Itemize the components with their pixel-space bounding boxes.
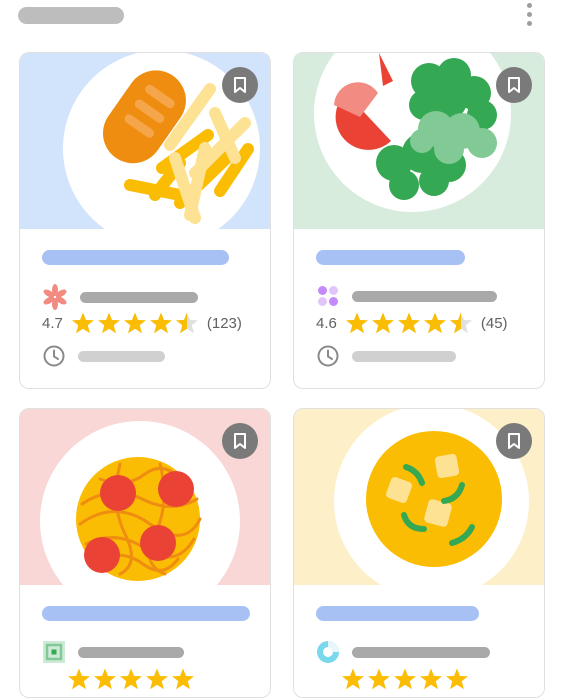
time-row	[316, 344, 456, 368]
bookmark-icon	[508, 77, 520, 93]
source-row	[316, 640, 490, 664]
rating-row	[316, 667, 469, 691]
recipe-title-placeholder	[316, 606, 479, 621]
bookmark-button[interactable]	[496, 423, 532, 459]
star-icon	[393, 668, 416, 690]
recipe-card-4[interactable]	[293, 408, 545, 698]
bookmark-icon	[234, 77, 246, 93]
half-star-icon	[449, 312, 472, 334]
star-icon	[371, 312, 394, 334]
recipe-card-2[interactable]: 4.6 (45)	[293, 52, 545, 389]
star-icon	[67, 668, 90, 690]
star-icon	[341, 668, 364, 690]
source-name-placeholder	[352, 646, 490, 658]
recipe-card-3[interactable]	[19, 408, 271, 698]
source-name-placeholder	[78, 646, 184, 658]
rating-row: 4.6 (45)	[316, 311, 508, 335]
bookmark-button[interactable]	[222, 67, 258, 103]
rating-row	[42, 667, 195, 691]
star-icon	[71, 312, 94, 334]
recipe-title-placeholder	[42, 606, 250, 621]
clock-icon	[43, 345, 65, 367]
top-title-placeholder	[18, 7, 124, 24]
bookmark-icon	[234, 433, 246, 449]
star-icon	[445, 668, 468, 690]
recipe-card-1[interactable]: 4.7 (123)	[19, 52, 271, 389]
recipe-image-salad	[294, 53, 544, 229]
time-row	[42, 344, 165, 368]
star-icon	[397, 312, 420, 334]
rating-value: 4.7	[42, 314, 63, 332]
recipe-title-placeholder	[42, 250, 229, 265]
rating-row: 4.7 (123)	[42, 311, 242, 335]
more-vert-icon[interactable]	[518, 0, 540, 28]
star-icon	[367, 668, 390, 690]
star-icon	[423, 312, 446, 334]
recipe-image-soup	[294, 409, 544, 585]
cyan-ring-logo-icon	[317, 641, 339, 663]
source-row	[42, 640, 184, 664]
star-icon	[419, 668, 442, 690]
source-name-placeholder	[352, 290, 497, 302]
purple-dots-logo-icon	[318, 286, 338, 306]
star-icon	[119, 668, 142, 690]
pink-flower-logo-icon	[43, 284, 67, 310]
bookmark-icon	[508, 433, 520, 449]
star-icon	[171, 668, 194, 690]
bookmark-button[interactable]	[222, 423, 258, 459]
star-icon	[145, 668, 168, 690]
recipe-image-chicken-fries	[20, 53, 270, 229]
star-rating	[67, 667, 195, 691]
bookmark-button[interactable]	[496, 67, 532, 103]
star-icon	[345, 312, 368, 334]
star-rating	[345, 311, 473, 335]
star-icon	[93, 668, 116, 690]
review-count: (123)	[206, 314, 242, 332]
star-icon	[149, 312, 172, 334]
review-count: (45)	[480, 314, 508, 332]
star-icon	[97, 312, 120, 334]
recipe-title-placeholder	[316, 250, 465, 265]
cook-time-placeholder	[352, 350, 456, 362]
recipe-image-spaghetti	[20, 409, 270, 585]
cook-time-placeholder	[78, 350, 165, 362]
green-square-logo-icon	[43, 641, 65, 663]
source-row	[316, 284, 497, 308]
star-icon	[123, 312, 146, 334]
star-rating	[71, 311, 199, 335]
source-row	[42, 284, 198, 310]
star-rating	[341, 667, 469, 691]
source-name-placeholder	[80, 291, 198, 303]
clock-icon	[317, 345, 339, 367]
rating-value: 4.6	[316, 314, 337, 332]
half-star-icon	[175, 312, 198, 334]
